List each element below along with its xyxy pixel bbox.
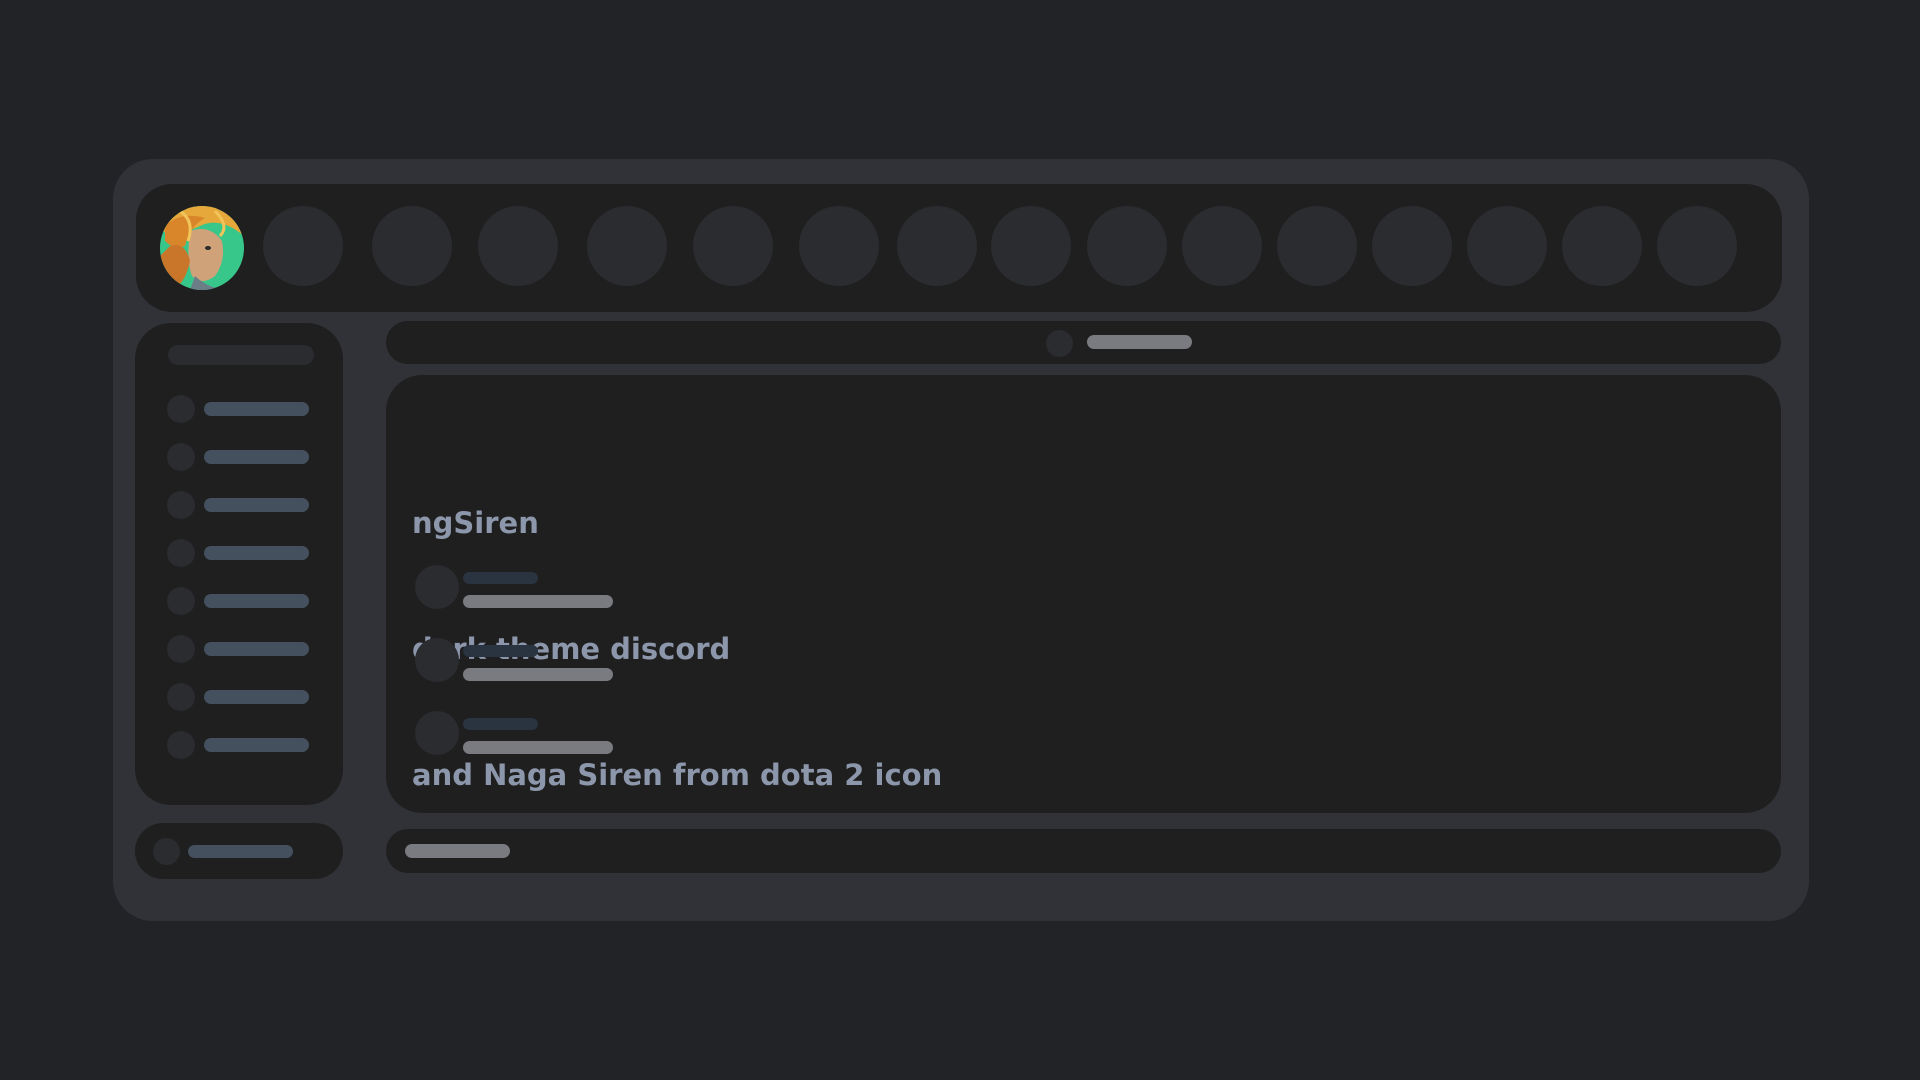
server-name-placeholder[interactable] (168, 345, 314, 365)
input-placeholder (405, 844, 510, 858)
user-avatar-icon[interactable] (153, 838, 180, 865)
message-avatar-icon[interactable] (415, 565, 459, 609)
channel-header-icon (1046, 330, 1073, 357)
channel-item[interactable] (204, 594, 309, 608)
channel-item[interactable] (204, 690, 309, 704)
server-icon[interactable] (897, 206, 977, 286)
heading-line-3: and Naga Siren from dota 2 icon (412, 758, 943, 792)
message-avatar-icon[interactable] (415, 711, 459, 755)
channel-icon (167, 395, 195, 423)
heading-line-1: ngSiren (412, 506, 539, 540)
message-text-placeholder (463, 668, 613, 681)
message-author-placeholder[interactable] (463, 645, 538, 657)
channel-icon (167, 443, 195, 471)
server-icon[interactable] (991, 206, 1071, 286)
profile-avatar-icon[interactable] (160, 206, 244, 290)
channel-item[interactable] (204, 546, 309, 560)
channel-item[interactable] (204, 498, 309, 512)
message-text-placeholder (463, 595, 613, 608)
theme-description: ngSiren dark theme discord and Naga Sire… (412, 418, 942, 838)
channel-icon (167, 635, 195, 663)
channel-icon (167, 539, 195, 567)
channel-icon (167, 587, 195, 615)
channel-title-placeholder (1087, 335, 1192, 349)
server-icon[interactable] (372, 206, 452, 286)
server-icon[interactable] (263, 206, 343, 286)
message-input[interactable] (386, 829, 1781, 873)
message-text-placeholder (463, 741, 613, 754)
server-icon[interactable] (799, 206, 879, 286)
server-icon[interactable] (1562, 206, 1642, 286)
channel-item[interactable] (204, 450, 309, 464)
channel-icon (167, 731, 195, 759)
channel-item[interactable] (204, 642, 309, 656)
server-icon[interactable] (1087, 206, 1167, 286)
server-icon[interactable] (1657, 206, 1737, 286)
chat-header (386, 321, 1781, 364)
channel-sidebar (135, 323, 343, 805)
server-icon[interactable] (1372, 206, 1452, 286)
server-icon[interactable] (587, 206, 667, 286)
server-icon[interactable] (1467, 206, 1547, 286)
server-icon[interactable] (478, 206, 558, 286)
message-avatar-icon[interactable] (415, 638, 459, 682)
channel-icon (167, 491, 195, 519)
username-placeholder (188, 845, 293, 858)
message-author-placeholder[interactable] (463, 718, 538, 730)
message-author-placeholder[interactable] (463, 572, 538, 584)
server-icon[interactable] (693, 206, 773, 286)
server-icon[interactable] (1182, 206, 1262, 286)
channel-icon (167, 683, 195, 711)
channel-item[interactable] (204, 402, 309, 416)
channel-item[interactable] (204, 738, 309, 752)
server-icon[interactable] (1277, 206, 1357, 286)
